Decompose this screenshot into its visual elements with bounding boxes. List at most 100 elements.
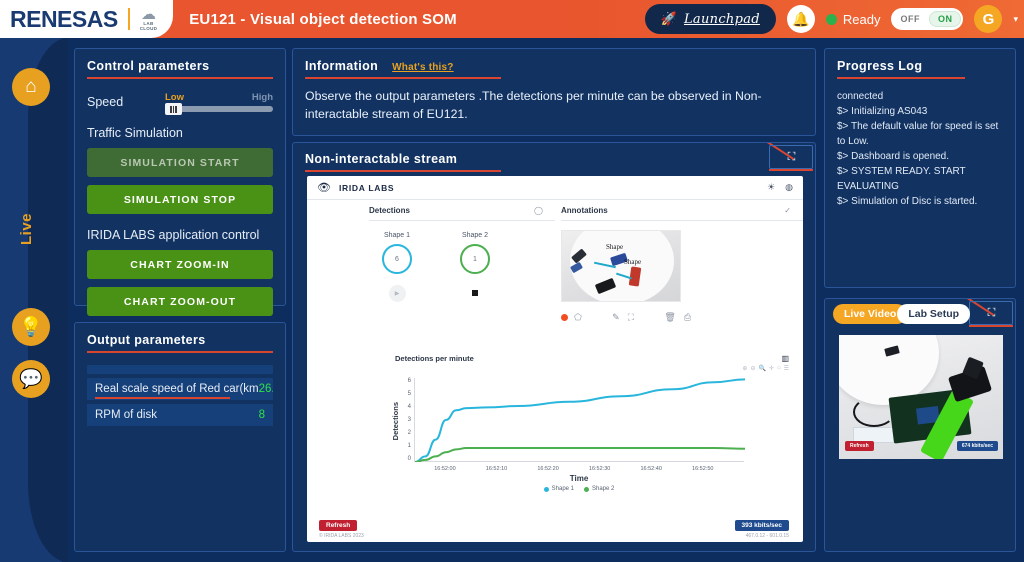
notification-bell-button[interactable]: 🔔 xyxy=(786,5,815,33)
annotations-header: Annotations ✓ xyxy=(561,206,803,221)
chart-legend: Shape 1 Shape 2 xyxy=(414,486,744,492)
search-icon[interactable]: 🔍 xyxy=(758,365,765,372)
legend-item[interactable]: Shape 1 xyxy=(543,486,574,492)
corner-bottom-rule xyxy=(969,325,1013,327)
check-icon[interactable]: ✓ xyxy=(784,206,791,215)
slider-track[interactable] xyxy=(165,103,273,115)
chart-plot-area[interactable] xyxy=(414,378,746,463)
stream-panel: Non-interactable stream ⛶ 👁 IRIDA LABS ☀… xyxy=(292,142,816,552)
row-underline xyxy=(95,397,230,399)
video-refresh-button[interactable]: Refresh xyxy=(845,441,874,451)
crop-icon[interactable]: ⛶ xyxy=(628,312,634,323)
chart-zoom-out-button[interactable]: CHART ZOOM-OUT xyxy=(87,287,273,316)
launchpad-button[interactable]: 🚀 Launchpad xyxy=(644,4,776,34)
account-icon[interactable]: ◍ xyxy=(785,182,793,193)
x-tick-label: 16:52:10 xyxy=(485,466,508,472)
title-underline xyxy=(305,170,501,172)
menu-icon[interactable]: ☰ xyxy=(784,365,789,372)
whats-this-link[interactable]: What's this? xyxy=(392,62,453,73)
legend-item[interactable]: Shape 2 xyxy=(584,486,614,492)
x-tick-label: 16:52:30 xyxy=(588,466,611,472)
renesas-logo: RENESAS xyxy=(10,5,118,32)
status-indicator: Ready xyxy=(825,12,880,27)
shape-cell-2: Shape 2 1 xyxy=(453,232,497,302)
record-dot-icon[interactable] xyxy=(561,314,568,321)
sun-icon[interactable]: ☀ xyxy=(767,182,775,193)
chart-series-svg xyxy=(414,378,746,463)
tab-live-video[interactable]: Live Video xyxy=(833,304,908,324)
page-title: EU121 - Visual object detection SOM xyxy=(189,10,457,28)
sidebar-item-chat[interactable]: 💬 xyxy=(12,360,50,398)
stream-expand-button[interactable]: ⛶ xyxy=(769,145,813,169)
toggle-off-label: OFF xyxy=(900,14,920,24)
stream-corner: ⛶ xyxy=(753,143,815,173)
refresh-button[interactable]: Refresh xyxy=(319,520,358,531)
output-value: 8 xyxy=(258,409,265,421)
shapes-row: Shape 1 6 ▶ Shape 2 1 xyxy=(369,232,555,302)
information-title: Information xyxy=(305,59,379,73)
live-video-panel: Live Video Lab Setup ⛶ Refresh 674 kbits… xyxy=(824,298,1016,552)
annotation-tag: Shape xyxy=(624,258,642,266)
lab-cloud-logo: ☁ LAB CLOUD xyxy=(140,7,158,31)
speed-low-label: Low xyxy=(165,92,184,103)
traffic-simulation-label: Traffic Simulation xyxy=(87,126,183,140)
detections-header: Detections ◯ xyxy=(369,206,555,221)
chart-body: Detections 6 5 4 3 2 1 0 16:52:00 16:52:10 16:52… xyxy=(321,374,789,492)
sidebar-item-live[interactable]: Live xyxy=(18,213,35,245)
shape-value: 6 xyxy=(395,255,399,263)
power-toggle[interactable]: OFF ON xyxy=(891,8,964,30)
simulation-start-button[interactable]: SIMULATION START xyxy=(87,148,273,177)
bitrate-sub-label: 467.0.12 - 601.0.15 xyxy=(745,533,789,539)
log-line: $> Initializing AS043 xyxy=(837,106,928,117)
sidebar-item-home[interactable]: ⌂ xyxy=(12,68,50,106)
speed-label: Speed xyxy=(87,95,124,109)
chevron-down-icon[interactable]: ▾ xyxy=(1013,14,1018,25)
y-tick-label: 6 xyxy=(407,378,411,384)
tag-icon[interactable]: ⬠ xyxy=(574,312,582,323)
pencil-icon[interactable]: ✎ xyxy=(612,312,620,323)
avatar[interactable]: G xyxy=(974,5,1003,33)
brand-plate: RENESAS ☁ LAB CLOUD xyxy=(0,0,174,38)
x-tick-label: 16:52:50 xyxy=(692,466,714,472)
progress-log-panel: Progress Log connected $> Initializing AS… xyxy=(824,48,1016,288)
log-line: $> The default value for speed is set to… xyxy=(837,121,999,147)
circle-icon[interactable]: ◯ xyxy=(534,206,543,215)
annotation-toolbar: ⬠ ✎ ⛶ 🗑 ⎙ xyxy=(561,312,691,323)
speed-control-row: Speed Low High xyxy=(87,92,273,115)
video-expand-button[interactable]: ⛶ xyxy=(969,301,1013,325)
shape-control-2[interactable] xyxy=(453,284,497,302)
speed-slider[interactable]: Low High xyxy=(165,92,273,115)
y-tick-label: 1 xyxy=(407,443,411,449)
legend-label: Shape 2 xyxy=(592,486,615,492)
chart-icon[interactable]: ▥ xyxy=(781,354,789,363)
app-bar-actions: ☀ ◍ xyxy=(767,182,793,193)
log-line: $> SYSTEM READY. START EVALUATING xyxy=(837,166,966,192)
chart-zoom-in-button[interactable]: CHART ZOOM-IN xyxy=(87,250,273,279)
status-dot-icon xyxy=(825,13,837,25)
sidebar-item-hint[interactable]: 💡 xyxy=(12,308,50,346)
legend-dot-icon xyxy=(543,486,549,492)
app-footer: Refresh © IRIDA LABS 2023 393 kbits/sec … xyxy=(307,512,803,542)
zoom-out-icon[interactable]: ⊖ xyxy=(750,365,755,372)
shape-cell-1: Shape 1 6 ▶ xyxy=(375,232,419,302)
annotation-tag: Shape xyxy=(606,243,624,251)
tab-lab-setup[interactable]: Lab Setup xyxy=(897,304,971,324)
chart-y-axis-label: Detections xyxy=(391,402,400,441)
home-icon[interactable]: ⌂ xyxy=(777,365,781,372)
rocket-icon: 🚀 xyxy=(660,11,677,26)
zoom-in-icon[interactable]: ⊕ xyxy=(742,365,747,372)
output-label: RPM of disk xyxy=(95,409,157,421)
export-icon[interactable]: ⎙ xyxy=(684,312,691,323)
bell-icon: 🔔 xyxy=(792,10,810,27)
slider-thumb[interactable] xyxy=(165,103,182,115)
y-tick-label: 5 xyxy=(407,391,411,397)
shape-control-1[interactable]: ▶ xyxy=(375,284,419,302)
trash-icon[interactable]: 🗑 xyxy=(664,312,675,323)
title-underline xyxy=(87,77,273,79)
play-icon: ▶ xyxy=(388,284,406,302)
simulation-stop-button[interactable]: SIMULATION STOP xyxy=(87,185,273,214)
video-bitrate-badge: 674 kbits/sec xyxy=(956,441,998,451)
irida-app: 👁 IRIDA LABS ☀ ◍ Detections ◯ Shape 1 6 xyxy=(307,176,803,542)
pan-icon[interactable]: ✛ xyxy=(769,365,774,372)
plot-modebar[interactable]: ⊕ ⊖ 🔍 ✛ ⌂ ☰ xyxy=(742,365,789,372)
